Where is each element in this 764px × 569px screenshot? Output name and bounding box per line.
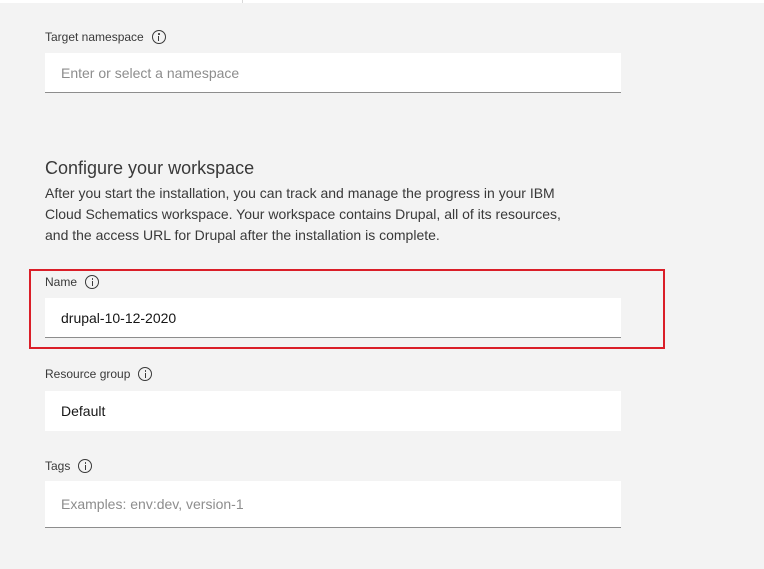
name-label: Name	[45, 275, 78, 289]
section-title: Configure your workspace	[45, 158, 255, 178]
tags-input[interactable]	[45, 481, 621, 528]
info-icon[interactable]	[78, 459, 93, 473]
info-icon[interactable]	[138, 367, 153, 381]
resource-group-input[interactable]	[45, 391, 621, 431]
name-label-row: Name	[45, 274, 100, 290]
resource-group-label-row: Resource group	[45, 366, 153, 382]
section-description: After you start the installation, you ca…	[45, 185, 561, 243]
info-icon[interactable]	[85, 275, 100, 289]
divider	[242, 0, 243, 3]
resource-group-label: Resource group	[45, 367, 131, 381]
target-namespace-label: Target namespace	[45, 30, 144, 44]
target-namespace-input[interactable]	[45, 53, 621, 93]
tags-label-row: Tags	[45, 458, 93, 474]
target-namespace-label-row: Target namespace	[45, 29, 166, 45]
previous-section-edge	[0, 0, 764, 3]
tags-label: Tags	[45, 459, 71, 473]
name-input[interactable]	[45, 298, 621, 338]
info-icon[interactable]	[151, 30, 166, 44]
